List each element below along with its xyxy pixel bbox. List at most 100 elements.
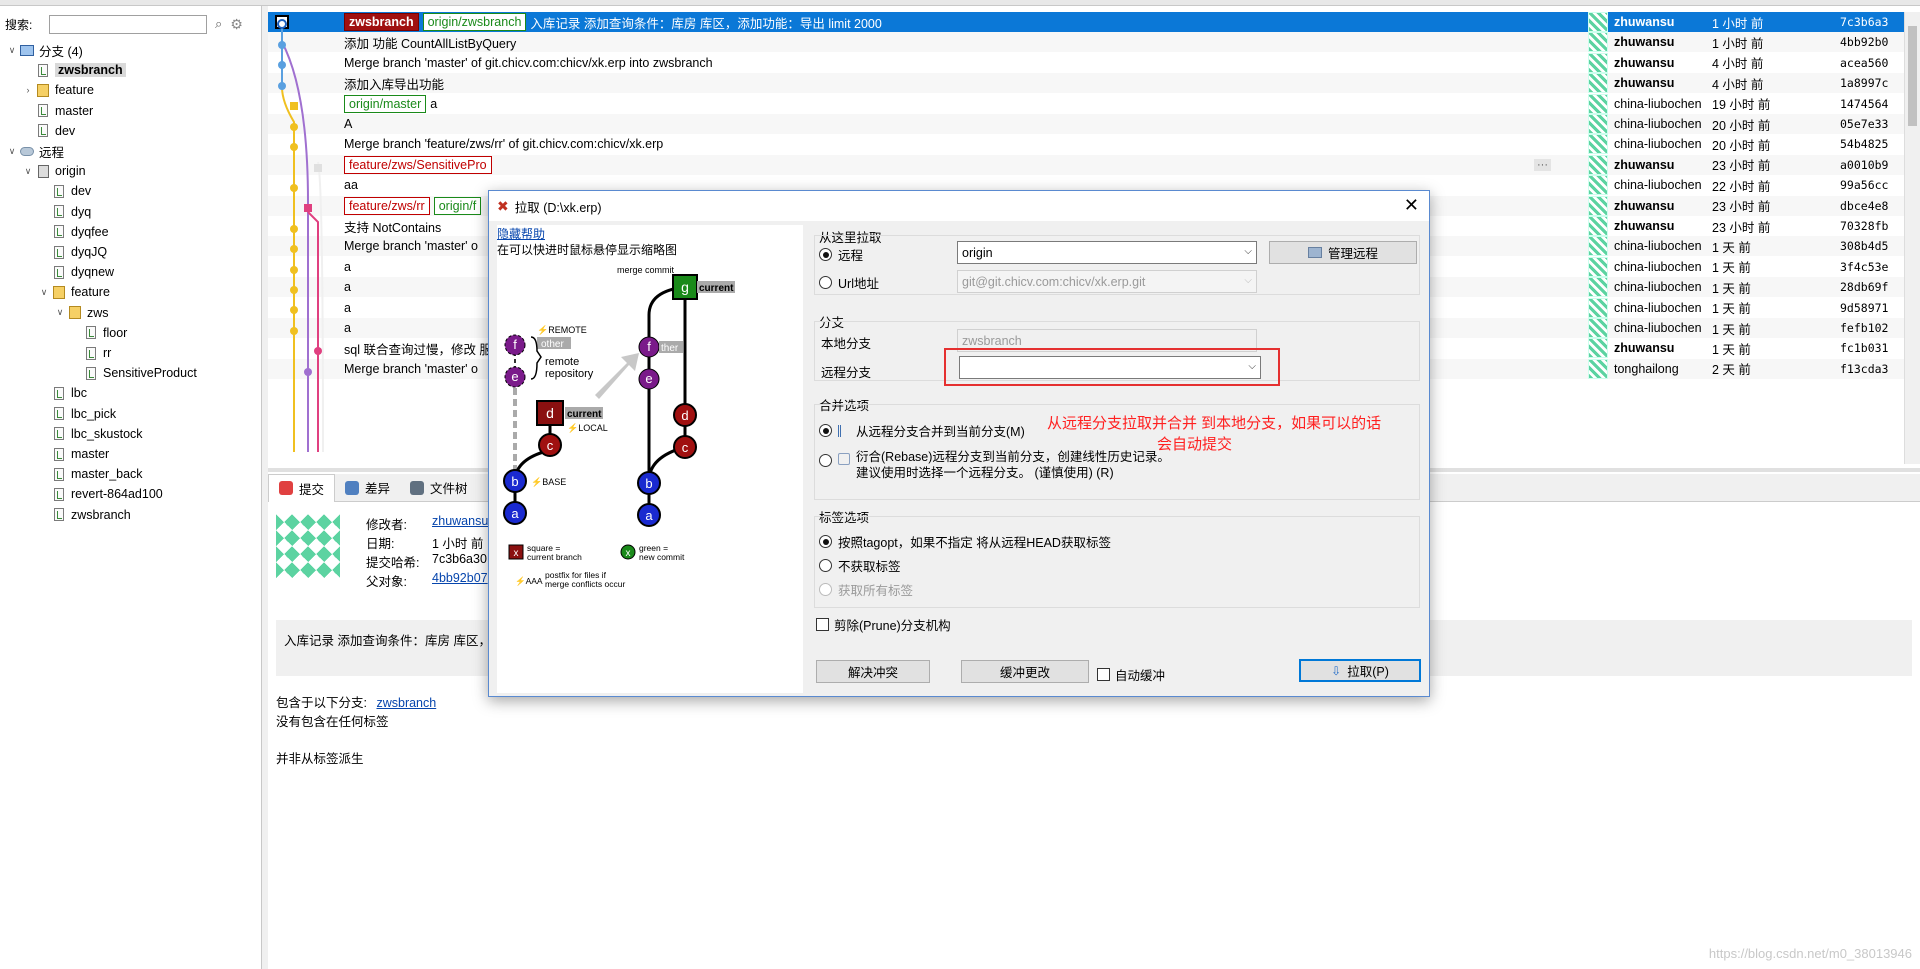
resolve-conflicts-button[interactable]: 解决冲突 [816, 660, 930, 683]
chevron-down-icon[interactable]: ∨ [38, 287, 50, 298]
tree-item[interactable]: dev [22, 121, 75, 141]
hide-help-link[interactable]: 隐藏帮助 [497, 225, 545, 242]
tree-item[interactable]: floor [70, 323, 127, 343]
contained-branch-link[interactable]: zwsbranch [376, 696, 436, 710]
commit-author: china-liubochen [1614, 280, 1702, 295]
tree-item[interactable]: dyqJQ [38, 242, 107, 262]
autostash-checkbox-box[interactable] [1097, 668, 1110, 681]
chevron-down-icon[interactable]: ∨ [54, 307, 66, 318]
modifier-link[interactable]: zhuwansu [432, 514, 488, 528]
commit-row[interactable]: Merge branch 'feature/zws/rr' of git.chi… [268, 134, 1904, 155]
rebase-icon [838, 453, 850, 465]
commit-row[interactable]: Merge branch 'master' of git.chicv.com:c… [268, 52, 1904, 73]
search-icon[interactable]: ⌕ [215, 16, 222, 32]
branch-icon [52, 225, 66, 239]
remote-repo-line2: repository [545, 368, 594, 380]
tree-item[interactable]: lbc [38, 383, 87, 403]
radio-all-tags-dot[interactable] [819, 583, 832, 596]
detail-tab[interactable]: 差异 [335, 474, 400, 502]
node-a-right: a [645, 508, 653, 523]
remote-branch-tag[interactable]: origin/master [344, 94, 427, 113]
tree-item[interactable]: dyqfee [38, 222, 109, 242]
tree-item[interactable]: revert-864ad100 [38, 484, 163, 504]
commit-row[interactable]: feature/zws/SensitivePro ··· zhuwansu 23 小时… [268, 154, 1904, 175]
radio-tagopt[interactable]: 按照tagopt，如果不指定 将从远程HEAD获取标签 [819, 532, 1111, 551]
tree-item[interactable]: zwsbranch [22, 60, 126, 80]
remote-select[interactable]: origin ⌵ [957, 241, 1257, 264]
tree-item[interactable]: dyqnew [38, 262, 114, 282]
log-scrollbar-thumb[interactable] [1908, 26, 1917, 126]
tree-item-label: zws [87, 305, 109, 320]
tree-item[interactable]: master [38, 444, 109, 464]
commit-row[interactable]: 添加入库导出功能 zhuwansu 4 小时 前 1a8997c [268, 73, 1904, 94]
remote-branch-tag[interactable]: origin/f [433, 196, 482, 215]
tree-item[interactable]: dev [38, 181, 91, 201]
commit-message-cell: Merge branch 'master' o [344, 362, 478, 376]
log-scrollbar[interactable] [1904, 12, 1920, 464]
commit-row[interactable]: zwsbranch origin/zwsbranch 入库记录 添加查询条件：库房 … [268, 12, 1904, 32]
radio-all-tags[interactable]: 获取所有标签 [819, 580, 913, 599]
current-commit-marker [275, 15, 289, 29]
tree-item[interactable]: ∨ zws [54, 303, 109, 323]
chevron-down-icon[interactable]: ∨ [6, 45, 18, 56]
detail-tab[interactable]: 提交 [268, 473, 336, 502]
feature-branch-tag[interactable]: feature/zws/rr [344, 196, 430, 215]
commit-hash: 7c3b6a3 [1840, 15, 1889, 29]
tree-item[interactable]: lbc_pick [38, 404, 116, 424]
author-avatar-icon [1588, 236, 1608, 257]
prune-checkbox[interactable]: 剪除(Prune)分支机构 [816, 615, 951, 634]
manage-remote-button[interactable]: 管理远程 [1269, 241, 1417, 264]
radio-no-tags-dot[interactable] [819, 559, 832, 572]
commit-row[interactable]: 添加 功能 CountAllListByQuery zhuwansu 1 小时 前 4… [268, 32, 1904, 53]
dialog-title: 拉取 (D:\xk.erp) [514, 200, 602, 215]
close-icon[interactable]: ✕ [1404, 195, 1419, 216]
feature-branch-tag[interactable]: feature/zws/SensitivePro [344, 155, 492, 174]
radio-url-dot[interactable] [819, 276, 832, 289]
radio-no-tags[interactable]: 不获取标签 [819, 556, 901, 575]
search-input[interactable] [49, 14, 207, 34]
tree-item[interactable]: ∨ feature [38, 282, 110, 302]
tree-item[interactable]: lbc_skustock [38, 424, 143, 444]
prune-checkbox-box[interactable] [816, 618, 829, 631]
radio-tagopt-dot[interactable] [819, 535, 832, 548]
radio-url[interactable]: Url地址 [819, 273, 879, 292]
node-b-left: b [511, 474, 518, 489]
commit-row[interactable]: Achina-liubochen 20 小时 前 05e7e33 [268, 114, 1904, 134]
commit-author-cell: china-liubochen [1588, 134, 1702, 155]
commit-message-text: sql 联合查询过慢，修改 服 [344, 342, 492, 357]
gear-icon[interactable]: ⚙ [230, 16, 243, 33]
chevron-right-icon[interactable]: › [22, 85, 34, 95]
tree-item[interactable]: ∨ origin [22, 161, 86, 181]
tree-item[interactable]: master [22, 101, 93, 121]
autostash-checkbox[interactable]: 自动缓冲 [1097, 665, 1165, 684]
radio-rebase-dot[interactable] [819, 454, 832, 467]
tree-item[interactable]: ∨ 分支 (4) [6, 40, 83, 60]
radio-remote-dot[interactable] [819, 248, 832, 261]
tree-item[interactable]: › feature [22, 80, 94, 100]
chevron-down-icon[interactable]: ∨ [22, 166, 34, 177]
branch-icon [52, 245, 66, 259]
tree-item[interactable]: ∨ 远程 [6, 141, 64, 161]
tree-item[interactable]: master_back [38, 464, 143, 484]
url-select[interactable]: git@git.chicv.com:chicv/xk.erp.git ⌵ [957, 270, 1257, 293]
help-hint-text: 在可以快进时鼠标悬停显示缩略图 [497, 243, 678, 257]
parent-link[interactable]: 4bb92b07 [432, 571, 488, 585]
tree-item[interactable]: rr [70, 343, 111, 363]
branch-icon [84, 346, 98, 360]
radio-merge[interactable]: 从远程分支合并到当前分支(M) [819, 421, 1025, 440]
remote-branch-tag[interactable]: origin/zwsbranch [422, 13, 527, 31]
more-icon[interactable]: ··· [1534, 158, 1551, 171]
commit-row[interactable]: origin/master a china-liubochen 19 小时 前 1474… [268, 93, 1904, 114]
tree-item[interactable]: SensitiveProduct [70, 363, 197, 383]
author-avatar-icon [1588, 338, 1608, 359]
radio-merge-dot[interactable] [819, 424, 832, 437]
head-branch-tag[interactable]: zwsbranch [344, 13, 419, 31]
stash-changes-button[interactable]: 缓冲更改 [961, 660, 1089, 683]
detail-tab[interactable]: 文件树 [400, 474, 478, 502]
radio-remote[interactable]: 远程 [819, 245, 863, 264]
tree-item-label: dyqnew [71, 265, 115, 280]
tree-item[interactable]: zwsbranch [38, 505, 131, 525]
tree-item[interactable]: dyq [38, 202, 91, 222]
chevron-down-icon[interactable]: ∨ [6, 146, 18, 157]
pull-button[interactable]: ⇩ 拉取(P) [1299, 659, 1421, 682]
